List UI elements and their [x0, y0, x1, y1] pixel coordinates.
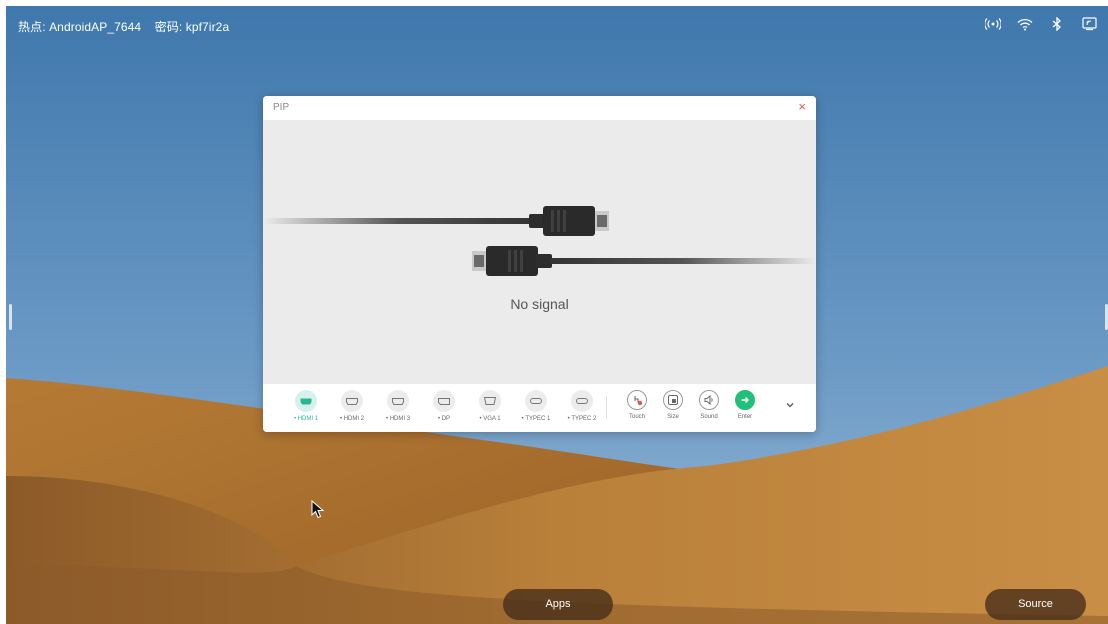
usb-c-icon: [525, 390, 547, 412]
source-label: • TYPEC 2: [567, 416, 597, 422]
pip-toolbar: • HDMI 1 • HDMI 2 • HDMI 3 • DP • VGA 1 …: [263, 384, 816, 432]
apps-button[interactable]: Apps: [503, 589, 613, 620]
close-icon[interactable]: ×: [798, 100, 806, 114]
enter-button[interactable]: Enter: [722, 390, 768, 430]
chevron-down-icon[interactable]: [783, 398, 797, 412]
hdmi-icon: [295, 390, 317, 412]
left-edge-handle[interactable]: [9, 304, 12, 330]
mouse-cursor-icon: [311, 500, 325, 519]
sound-icon: [699, 390, 719, 410]
pip-preview: No signal: [263, 120, 816, 384]
source-vga-1[interactable]: • VGA 1: [467, 390, 513, 430]
size-icon: [663, 390, 683, 410]
enter-arrow-icon: [735, 390, 755, 410]
source-label: • HDMI 3: [385, 416, 411, 422]
usb-c-icon: [571, 390, 593, 412]
hotspot-info: 热点: AndroidAP_7644 密码: kpf7ir2a: [18, 18, 239, 35]
source-label: • TYPEC 1: [521, 416, 551, 422]
source-dp[interactable]: • DP: [421, 390, 467, 430]
desktop: 热点: AndroidAP_7644 密码: kpf7ir2a PIP × No…: [6, 6, 1108, 624]
hotspot-icon[interactable]: [984, 16, 1002, 32]
screen-share-icon[interactable]: [1080, 16, 1098, 32]
vga-icon: [479, 390, 501, 412]
source-button[interactable]: Source: [985, 589, 1086, 620]
source-label: • HDMI 1: [293, 416, 319, 422]
source-hdmi-2[interactable]: • HDMI 2: [329, 390, 375, 430]
hdmi-icon: [341, 390, 363, 412]
source-hdmi-1[interactable]: • HDMI 1: [283, 390, 329, 430]
source-label: • HDMI 2: [339, 416, 365, 422]
pip-window: PIP × No signal • HDMI 1 • HDMI 2 • HDMI…: [263, 96, 816, 432]
source-label: • VGA 1: [479, 416, 501, 422]
source-typec-2[interactable]: • TYPEC 2: [559, 390, 605, 430]
pip-header[interactable]: PIP ×: [263, 96, 816, 120]
hdmi-icon: [387, 390, 409, 412]
touch-icon: [627, 390, 647, 410]
hotspot-password: 密码: kpf7ir2a: [154, 20, 230, 34]
source-typec-1[interactable]: • TYPEC 1: [513, 390, 559, 430]
wifi-icon[interactable]: [1016, 16, 1034, 32]
toolbar-divider: [606, 396, 607, 418]
bluetooth-icon[interactable]: [1048, 16, 1066, 32]
displayport-icon: [433, 390, 455, 412]
enter-label: Enter: [737, 414, 753, 420]
source-hdmi-3[interactable]: • HDMI 3: [375, 390, 421, 430]
source-label: • DP: [437, 416, 451, 422]
status-icons: [984, 16, 1098, 32]
pip-title: PIP: [273, 102, 290, 113]
hotspot-name: 热点: AndroidAP_7644: [18, 20, 142, 34]
hdmi-cables-illustration: [263, 206, 816, 276]
no-signal-message: No signal: [510, 296, 569, 312]
